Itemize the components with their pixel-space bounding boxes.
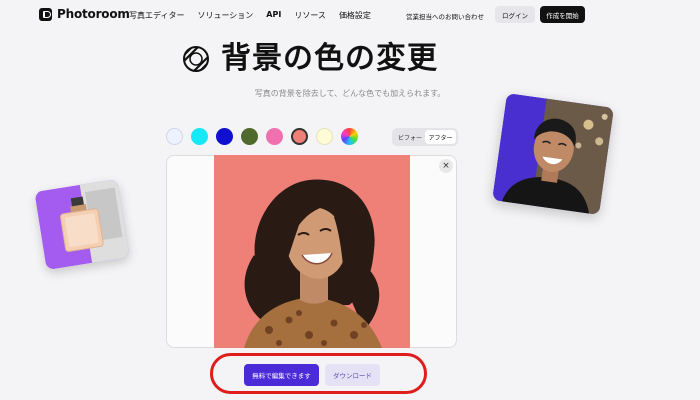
hero-heading: 背景の色の変更 <box>181 42 438 76</box>
man-portrait-example-card <box>492 93 614 215</box>
contact-sales-link[interactable]: 営業担当へのお問い合わせ <box>406 11 484 21</box>
man-portrait-illustration <box>492 93 614 215</box>
swatch-light-blue[interactable] <box>166 128 183 145</box>
tab-after[interactable]: アフター <box>425 130 456 144</box>
tab-before[interactable]: ビフォー <box>395 131 425 143</box>
perfume-example-card <box>34 178 130 271</box>
nav-link-photo-editor[interactable]: 写真エディター <box>129 10 184 21</box>
swatch-pink[interactable] <box>266 128 283 145</box>
edited-photo <box>214 155 410 348</box>
highlight-annotation <box>210 353 427 394</box>
top-navigation: Photoroom 写真エディター ソリューション API リソース 価格設定 … <box>0 0 700 30</box>
swatch-olive[interactable] <box>241 128 258 145</box>
color-swatches <box>166 128 358 145</box>
swatch-cyan[interactable] <box>191 128 208 145</box>
start-creating-button[interactable]: 作成を開始 <box>540 6 585 23</box>
perfume-bottle-illustration <box>34 178 130 271</box>
brand-name: Photoroom <box>57 7 130 21</box>
page-title: 背景の色の変更 <box>221 41 438 76</box>
logo[interactable]: Photoroom <box>39 7 130 21</box>
login-button[interactable]: ログイン <box>495 6 535 23</box>
photoroom-logo-icon <box>39 7 52 21</box>
nav-link-pricing[interactable]: 価格設定 <box>339 10 371 21</box>
woman-portrait-illustration <box>214 155 410 348</box>
swatch-custom-rainbow[interactable] <box>341 128 358 145</box>
close-icon[interactable]: × <box>439 159 453 173</box>
swatch-coral-selected[interactable] <box>291 128 308 145</box>
swatch-cream[interactable] <box>316 128 333 145</box>
nav-links: 写真エディター ソリューション API リソース 価格設定 <box>129 10 384 21</box>
before-after-toggle: ビフォー アフター <box>392 128 458 146</box>
nav-link-api[interactable]: API <box>266 10 281 21</box>
nav-link-resources[interactable]: リソース <box>294 10 326 21</box>
swatch-blue[interactable] <box>216 128 233 145</box>
nav-link-solutions[interactable]: ソリューション <box>197 10 253 21</box>
striped-circle-icon <box>183 46 209 72</box>
page-subtitle: 写真の背景を除去して、どんな色でも加えられます。 <box>254 89 446 98</box>
